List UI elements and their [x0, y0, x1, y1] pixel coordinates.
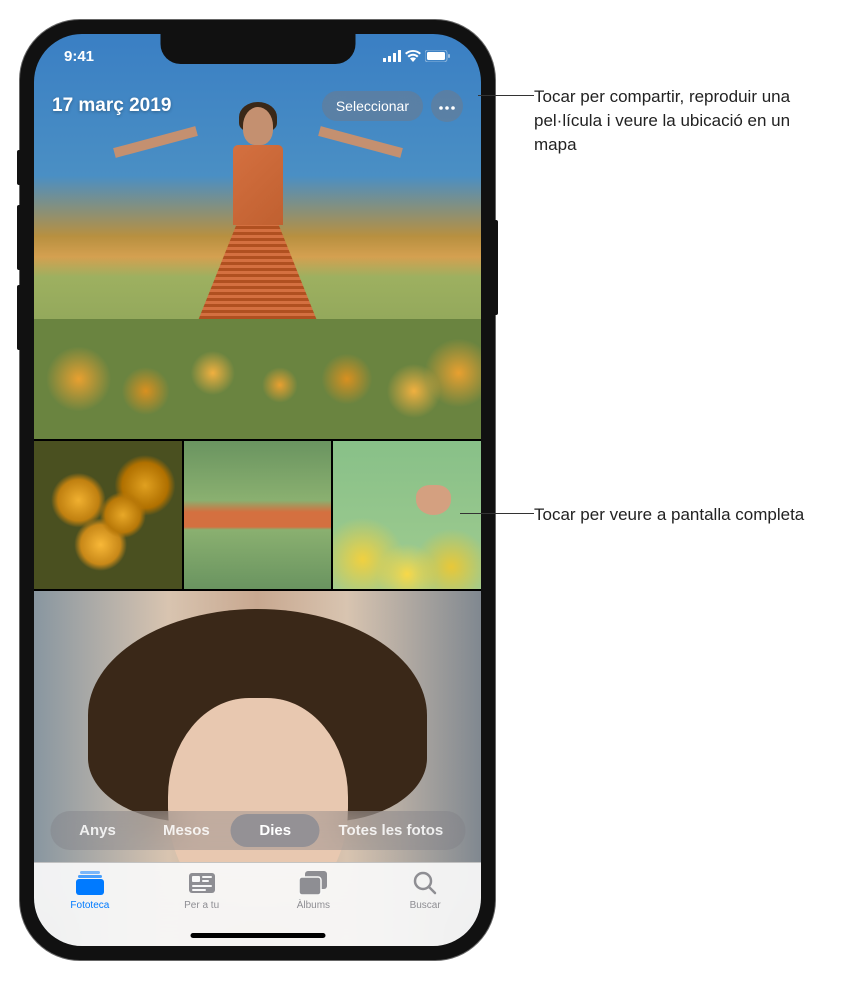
wifi-icon [405, 50, 421, 62]
tab-label: Per a tu [184, 900, 219, 911]
callout-text: Tocar per veure a pantalla completa [534, 503, 804, 527]
albums-icon [299, 869, 327, 897]
segment-days[interactable]: Dies [231, 814, 320, 847]
callout-thumbnail: Tocar per veure a pantalla completa [460, 503, 804, 527]
home-indicator[interactable] [190, 933, 325, 938]
ellipsis-icon [439, 97, 455, 115]
segment-years[interactable]: Anys [53, 814, 142, 847]
tab-search[interactable]: Buscar [369, 869, 481, 946]
more-button[interactable] [431, 90, 463, 122]
library-icon [76, 869, 104, 897]
notch [160, 34, 355, 64]
screen: 9:41 [34, 34, 481, 946]
cellular-signal-icon [383, 50, 401, 62]
phone-frame: 9:41 [20, 20, 495, 960]
callout-text: Tocar per compartir, reproduir una pel·l… [534, 85, 834, 156]
segment-all-photos[interactable]: Totes les fotos [320, 814, 462, 847]
photo-thumbnail[interactable] [34, 441, 182, 589]
photo-thumbnail[interactable] [184, 441, 332, 589]
segment-months[interactable]: Mesos [142, 814, 231, 847]
status-time: 9:41 [64, 48, 94, 65]
battery-icon [425, 50, 451, 62]
tab-label: Àlbums [297, 900, 330, 911]
callout-more-button: Tocar per compartir, reproduir una pel·l… [478, 85, 834, 156]
tab-library[interactable]: Fototeca [34, 869, 146, 946]
for-you-icon [188, 869, 216, 897]
select-button[interactable]: Seleccionar [322, 91, 423, 121]
search-icon [411, 869, 439, 897]
tab-label: Buscar [410, 900, 441, 911]
tab-label: Fototeca [70, 900, 109, 911]
date-title: 17 març 2019 [52, 95, 171, 117]
view-segment-control: Anys Mesos Dies Totes les fotos [50, 811, 465, 850]
photo-thumbnail[interactable] [333, 441, 481, 589]
